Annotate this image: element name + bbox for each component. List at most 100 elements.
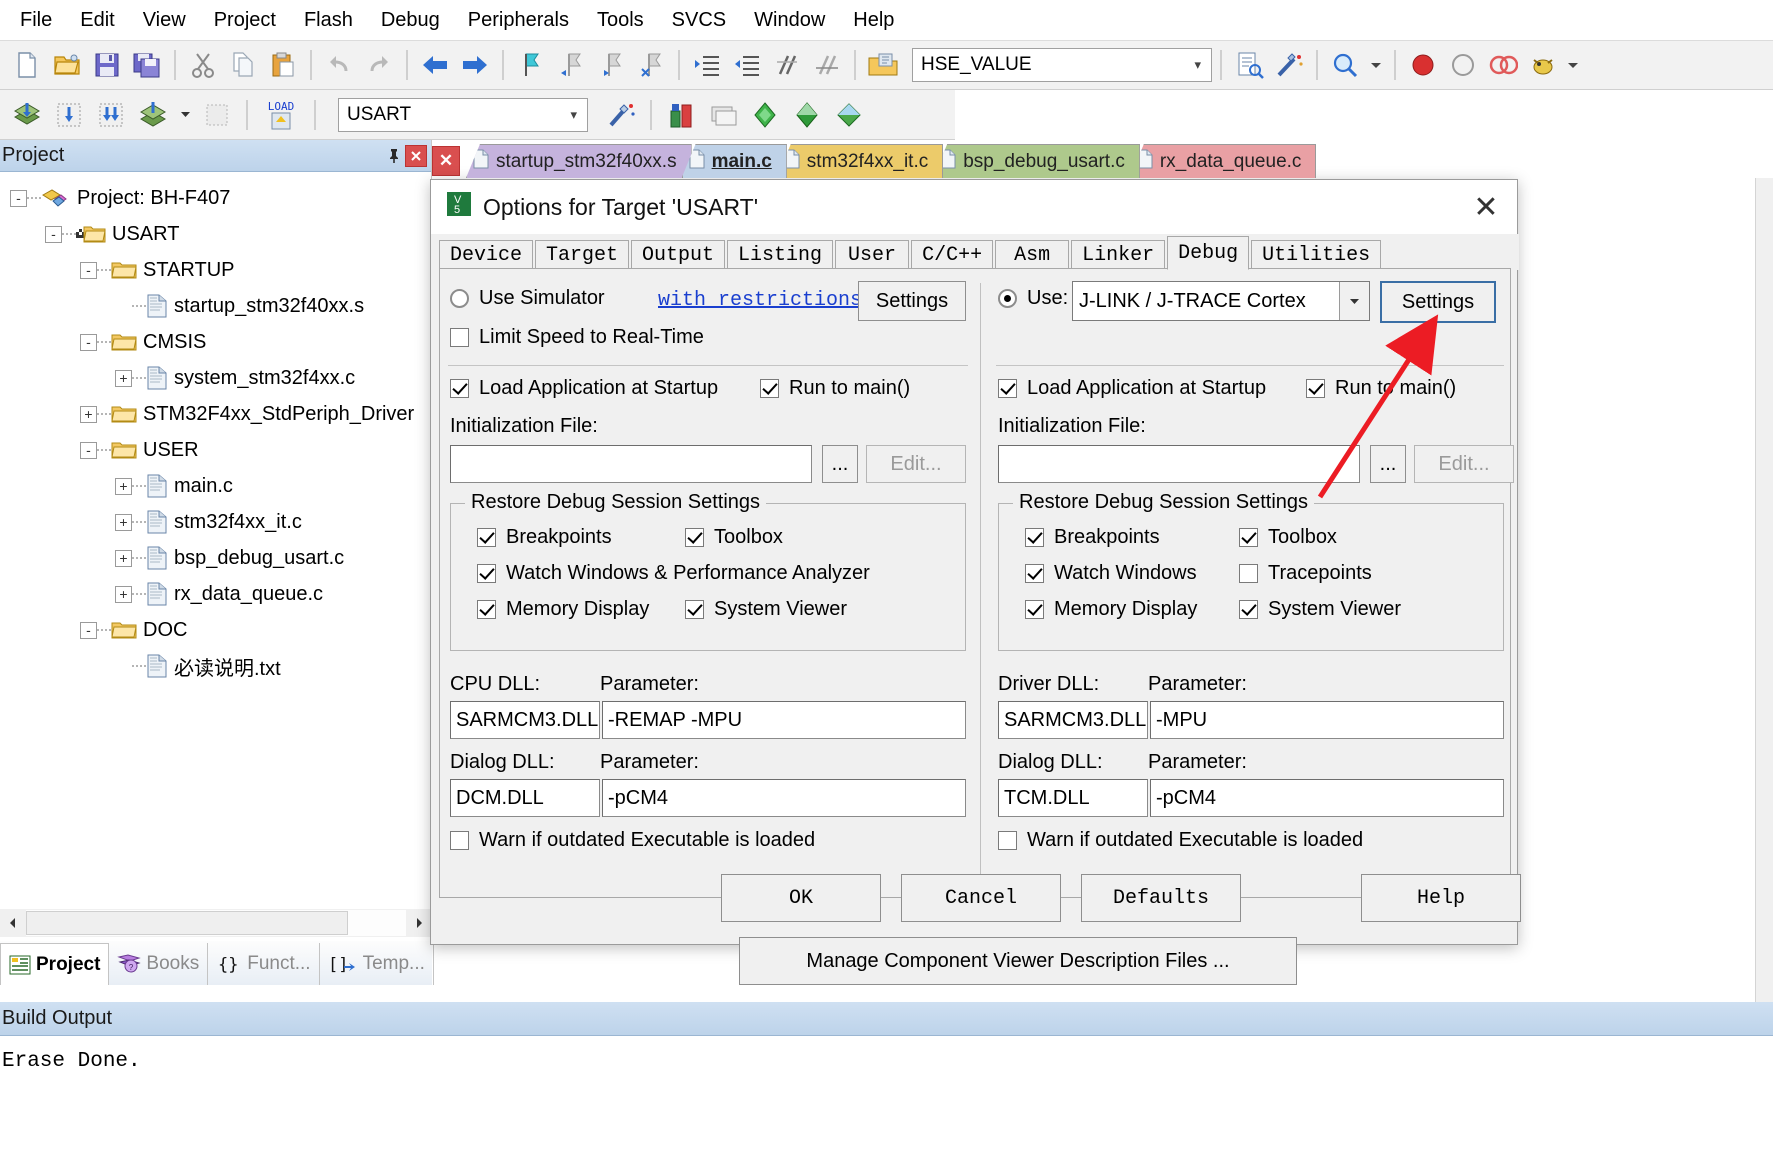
restore-item-right-4[interactable]: Memory Display [1025, 598, 1197, 621]
menu-item-tools[interactable]: Tools [583, 5, 658, 36]
expand-icon[interactable]: + [115, 514, 132, 531]
new-file-icon[interactable] [8, 46, 46, 84]
dialog-tab-linker[interactable]: Linker [1071, 240, 1165, 270]
chevron-down-icon[interactable] [1564, 46, 1582, 84]
target-options-toolbar-icon[interactable] [864, 46, 902, 84]
analysis-icon[interactable] [1484, 46, 1522, 84]
uncomment-icon[interactable] [808, 46, 846, 84]
driver-select[interactable]: J-LINK / J-TRACE Cortex [1072, 281, 1370, 321]
tracepoints-checkbox-right[interactable] [1239, 564, 1258, 583]
project-tree-hscrollbar[interactable] [0, 909, 432, 937]
init-file-edit-button-left[interactable]: Edit... [866, 445, 966, 483]
breakpoints-checkbox-right[interactable] [1025, 528, 1044, 547]
ok-button[interactable]: OK [721, 874, 881, 922]
stop-build-icon[interactable] [198, 96, 236, 134]
menu-item-edit[interactable]: Edit [66, 5, 128, 36]
expand-icon[interactable]: + [115, 478, 132, 495]
expand-icon[interactable]: + [115, 370, 132, 387]
project-tree[interactable]: -Project: BH-F407-USART-STARTUPstartup_s… [0, 172, 431, 909]
menu-item-debug[interactable]: Debug [367, 5, 454, 36]
tree-node[interactable]: -USART [0, 216, 431, 252]
debug-tools-icon[interactable] [1524, 46, 1562, 84]
expand-icon[interactable]: + [80, 406, 97, 423]
collapse-icon[interactable]: - [80, 442, 97, 459]
dialog-parameter-input-right[interactable]: -pCM4 [1150, 779, 1504, 817]
simulator-settings-button[interactable]: Settings [858, 281, 966, 321]
dialog-tab-c-c++[interactable]: C/C++ [911, 240, 993, 270]
collapse-icon[interactable]: - [80, 622, 97, 639]
undo-icon[interactable] [320, 46, 358, 84]
close-document-icon[interactable]: ✕ [432, 146, 460, 176]
paste-icon[interactable] [264, 46, 302, 84]
tree-node[interactable]: -USER [0, 432, 431, 468]
rebuild-icon[interactable] [50, 96, 88, 134]
translate-icon[interactable] [134, 96, 172, 134]
load-application-checkbox-right[interactable] [998, 379, 1017, 398]
panel-tab-books[interactable]: ?Books [109, 943, 208, 985]
redo-icon[interactable] [360, 46, 398, 84]
run-to-main-row-right[interactable]: Run to main() [1306, 377, 1456, 400]
editor-tab-startup-stm32f40xx-s[interactable]: startup_stm32f40xx.s [466, 144, 692, 178]
use-driver-radio[interactable] [998, 289, 1017, 308]
tree-node[interactable]: +system_stm32f4xx.c [0, 360, 431, 396]
driver-parameter-input[interactable]: -MPU [1150, 701, 1504, 739]
load-app-row-right[interactable]: Load Application at Startup [998, 377, 1266, 400]
cut-icon[interactable] [184, 46, 222, 84]
dialog-tab-user[interactable]: User [835, 240, 909, 270]
load-application-checkbox-left[interactable] [450, 379, 469, 398]
menu-item-help[interactable]: Help [839, 5, 908, 36]
restore-item-left-3[interactable]: Memory Display [477, 598, 649, 621]
indent-icon[interactable] [688, 46, 726, 84]
build-icon[interactable] [8, 96, 46, 134]
copy-icon[interactable] [224, 46, 262, 84]
menu-item-project[interactable]: Project [200, 5, 290, 36]
tree-node[interactable]: 必读说明.txt [0, 648, 431, 684]
restore-item-right-5[interactable]: System Viewer [1239, 598, 1401, 621]
navigate-forward-icon[interactable] [456, 46, 494, 84]
toolbox-checkbox-left[interactable] [685, 528, 704, 547]
editor-tab-rx-data-queue-c[interactable]: rx_data_queue.c [1130, 144, 1317, 178]
scroll-right-icon[interactable] [406, 910, 432, 936]
pin-icon[interactable] [383, 145, 405, 167]
collapse-icon[interactable]: - [80, 334, 97, 351]
find-in-files-icon[interactable] [1230, 46, 1268, 84]
driver-settings-button[interactable]: Settings [1380, 281, 1496, 323]
run-to-main-checkbox-right[interactable] [1306, 379, 1325, 398]
record-icon[interactable] [1404, 46, 1442, 84]
expand-icon[interactable]: + [115, 550, 132, 567]
tree-node[interactable]: +bsp_debug_usart.c [0, 540, 431, 576]
collapse-icon[interactable]: - [45, 226, 62, 243]
scroll-left-icon[interactable] [0, 910, 26, 936]
run-to-main-checkbox-left[interactable] [760, 379, 779, 398]
cpu-dll-input[interactable]: SARMCM3.DLL [450, 701, 600, 739]
tree-node[interactable]: -Project: BH-F407 [0, 180, 431, 216]
restore-item-left-0[interactable]: Breakpoints [477, 526, 612, 549]
editor-tab-main-c[interactable]: main.c [682, 144, 787, 178]
init-file-input-right[interactable] [998, 445, 1360, 483]
dialog-tab-target[interactable]: Target [535, 240, 629, 270]
watch-windows-checkbox-left[interactable] [477, 564, 496, 583]
memory-display-checkbox-right[interactable] [1025, 600, 1044, 619]
cpu-parameter-input[interactable]: -REMAP -MPU [602, 701, 966, 739]
watch-windows-checkbox-right[interactable] [1025, 564, 1044, 583]
warn-outdated-checkbox-left[interactable] [450, 831, 469, 850]
system-viewer-checkbox-left[interactable] [685, 600, 704, 619]
use-simulator-row[interactable]: Use Simulator [450, 287, 605, 310]
config-wizard-icon[interactable] [1270, 46, 1308, 84]
init-file-browse-button-right[interactable]: ... [1370, 445, 1406, 483]
dialog-parameter-input-left[interactable]: -pCM4 [602, 779, 966, 817]
tree-node[interactable]: +STM32F4xx_StdPeriph_Driver [0, 396, 431, 432]
manage-component-viewer-button[interactable]: Manage Component Viewer Description File… [739, 937, 1297, 985]
init-file-edit-button-right[interactable]: Edit... [1414, 445, 1514, 483]
editor-tab-bsp-debug-usart-c[interactable]: bsp_debug_usart.c [933, 144, 1140, 178]
dialog-dll-input-right[interactable]: TCM.DLL [998, 779, 1148, 817]
bookmark-next-icon[interactable] [592, 46, 630, 84]
target-options-icon[interactable] [602, 96, 640, 134]
close-icon[interactable] [405, 145, 427, 167]
dialog-tab-output[interactable]: Output [631, 240, 725, 270]
tree-node[interactable]: +rx_data_queue.c [0, 576, 431, 612]
scrollbar-track[interactable] [26, 910, 406, 936]
warn-outdated-checkbox-right[interactable] [998, 831, 1017, 850]
tree-node[interactable]: -CMSIS [0, 324, 431, 360]
dialog-tab-debug[interactable]: Debug [1167, 236, 1249, 270]
